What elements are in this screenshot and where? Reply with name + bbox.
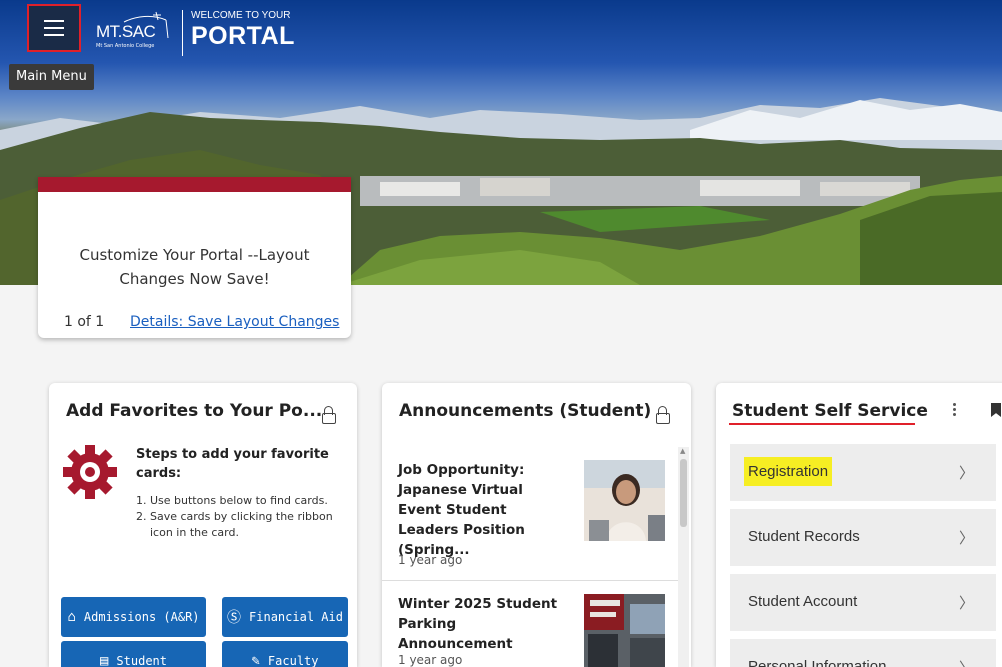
menu-icon: [44, 20, 64, 36]
id-card-icon: ▤: [99, 653, 109, 667]
card-title: Add Favorites to Your Po...: [66, 401, 323, 421]
self-service-item-student-account[interactable]: Student Account 〉: [730, 574, 996, 631]
announcements-scrollbar[interactable]: ▲: [678, 447, 689, 667]
notice-text: Customize Your Portal --Layout Changes N…: [79, 246, 310, 288]
self-service-item-label: Registration: [744, 457, 833, 486]
announcement-headline: Winter 2025 Student Parking Announcement: [398, 596, 558, 652]
gear-icon: [63, 445, 117, 499]
faculty-button[interactable]: ✎ Faculty: [222, 641, 348, 667]
self-service-item-personal-information[interactable]: Personal Information 〉: [730, 639, 996, 667]
portal-text: PORTAL: [191, 22, 295, 50]
self-service-item-student-records[interactable]: Student Records 〉: [730, 509, 996, 566]
announcement-time: 1 year ago: [398, 653, 463, 667]
kebab-icon[interactable]: [953, 403, 957, 416]
announcement-image: [584, 594, 665, 667]
financial-aid-button[interactable]: Ⓢ Financial Aid: [222, 597, 348, 637]
welcome-text: WELCOME TO YOUR: [191, 10, 291, 21]
notice-count: 1 of 1: [64, 314, 105, 330]
logo-subtitle: Mt San Antonio College: [96, 43, 155, 49]
dollar-icon: Ⓢ: [227, 610, 242, 626]
mtsac-logo: MT.SAC Mt San Antonio College: [96, 10, 174, 54]
announcement-image: [584, 460, 665, 541]
announcement-time: 1 year ago: [398, 553, 463, 567]
announcements-card: Announcements (Student) Job Opportunity:…: [382, 383, 691, 667]
notice-card: Customize Your Portal --Layout Changes N…: [38, 177, 351, 338]
logo-divider: [182, 10, 183, 56]
lock-icon[interactable]: [656, 406, 670, 424]
title-underline: [729, 423, 915, 425]
chevron-right-icon: 〉: [958, 530, 974, 547]
card-title: Announcements (Student): [399, 401, 652, 421]
main-menu-button[interactable]: [27, 4, 81, 52]
scroll-up-icon[interactable]: ▲: [680, 447, 685, 455]
announcement-item[interactable]: Job Opportunity: Japanese Virtual Event …: [382, 447, 678, 581]
self-service-item-label: Student Records: [748, 528, 860, 545]
announcement-headline: Job Opportunity: Japanese Virtual Event …: [398, 462, 525, 558]
student-button[interactable]: ▤ Student: [61, 641, 206, 667]
building-icon: ⌂: [67, 609, 76, 625]
admissions-button[interactable]: ⌂ Admissions (A&R): [61, 597, 206, 637]
announcement-item[interactable]: Winter 2025 Student Parking Announcement…: [382, 581, 678, 667]
student-self-service-card: Student Self Service Registration 〉 Stud…: [716, 383, 1002, 667]
steps-title: Steps to add your favorite cards:: [136, 447, 329, 481]
lock-icon[interactable]: [322, 406, 336, 424]
scrollbar-thumb[interactable]: [680, 459, 687, 527]
logo-name: MT.SAC: [96, 22, 156, 41]
chevron-right-icon: 〉: [958, 465, 974, 482]
card-title: Student Self Service: [732, 401, 928, 421]
favorites-card: Add Favorites to Your Po... Steps to add…: [49, 383, 357, 667]
chevron-right-icon: 〉: [958, 595, 974, 612]
self-service-item-label: Personal Information: [748, 658, 887, 667]
chevron-right-icon: 〉: [959, 657, 974, 667]
pen-icon: ✎: [251, 653, 260, 667]
portal-logo[interactable]: MT.SAC Mt San Antonio College WELCOME TO…: [96, 10, 295, 56]
step-item: 2. Save cards by clicking the ribbon ico…: [136, 510, 333, 539]
step-item: 1. Use buttons below to find cards.: [136, 494, 328, 507]
self-service-item-registration[interactable]: Registration 〉: [730, 444, 996, 501]
self-service-item-label: Student Account: [748, 593, 858, 610]
steps-list: 1. Use buttons below to find cards. 2. S…: [136, 493, 346, 541]
main-menu-tooltip: Main Menu: [9, 64, 94, 90]
notice-details-link[interactable]: Details: Save Layout Changes: [130, 314, 339, 330]
bookmark-icon[interactable]: [991, 403, 1001, 417]
